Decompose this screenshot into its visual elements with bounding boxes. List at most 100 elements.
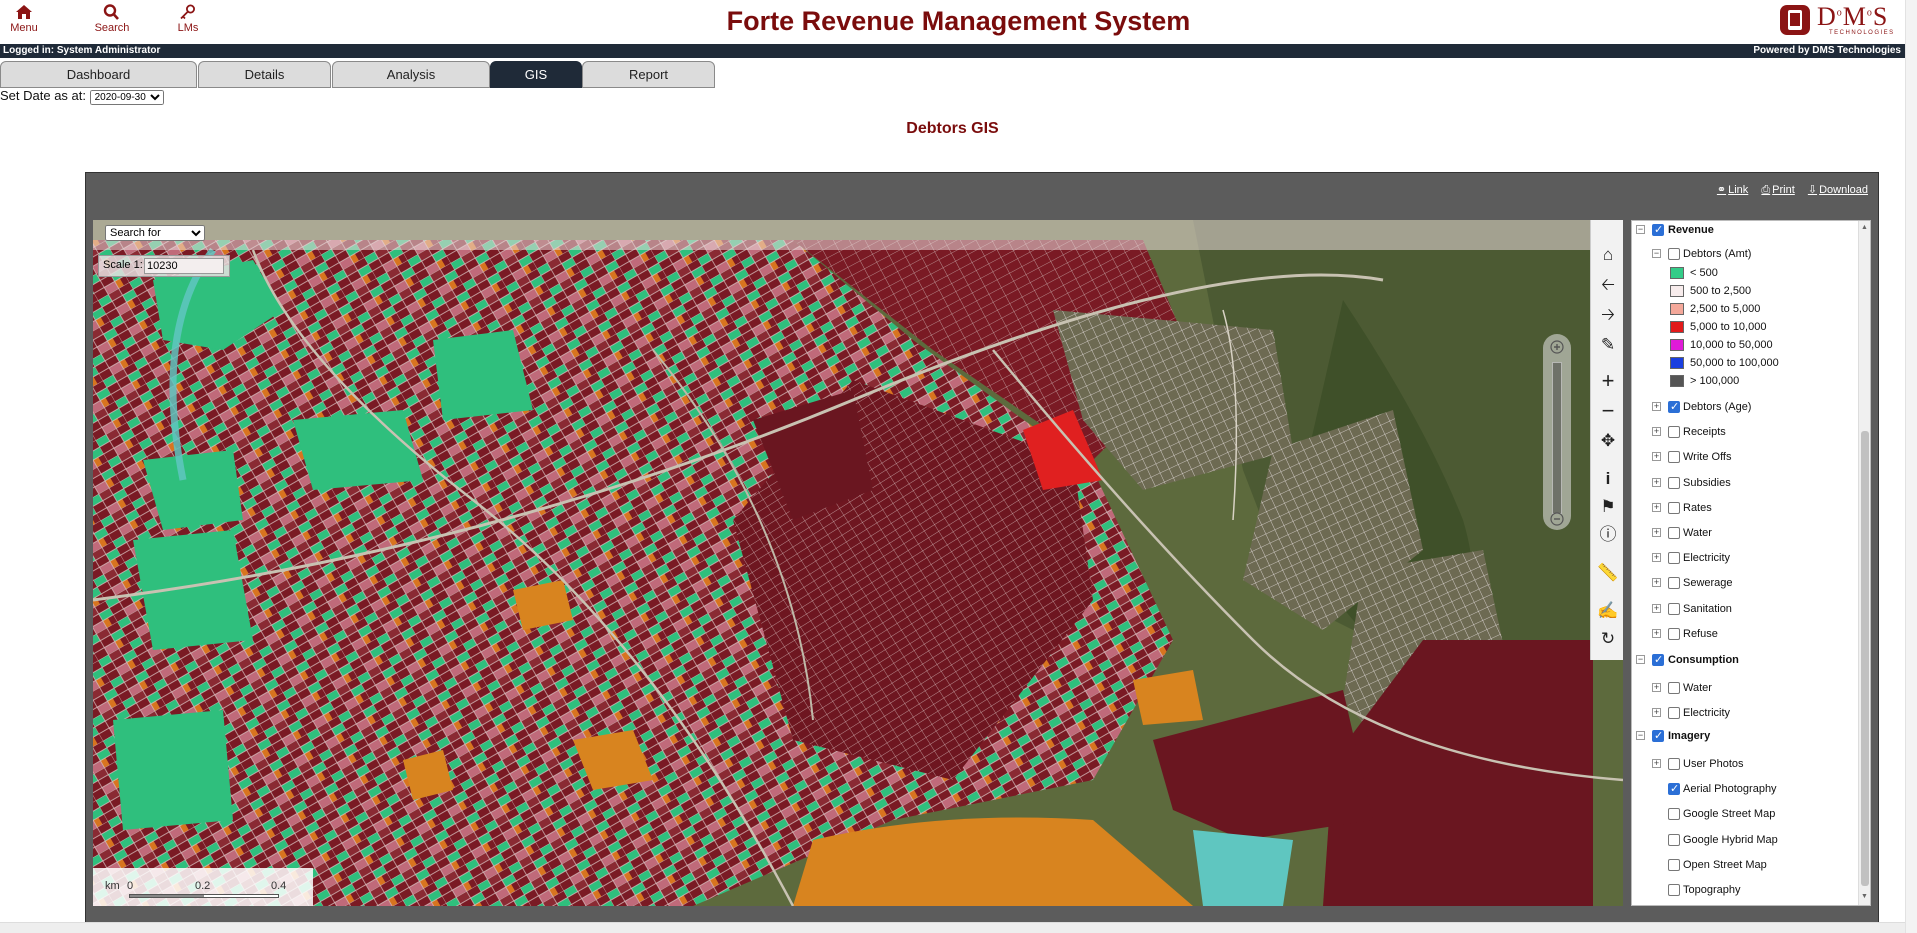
- zoom-in-small-icon[interactable]: [1550, 340, 1564, 354]
- collapse-icon[interactable]: −: [1652, 249, 1661, 258]
- tooltip-icon[interactable]: ⓘ: [1597, 524, 1619, 546]
- legend-label: < 500: [1690, 267, 1718, 279]
- zoom-out-icon[interactable]: −: [1597, 400, 1619, 422]
- layer-checkbox[interactable]: [1668, 707, 1680, 719]
- expand-icon[interactable]: +: [1652, 759, 1661, 768]
- tab-details[interactable]: Details: [198, 61, 331, 88]
- layer-label: Receipts: [1683, 426, 1726, 439]
- layer-checkbox[interactable]: [1668, 552, 1680, 565]
- layer-label: Sewerage: [1683, 577, 1733, 590]
- layer-checkbox[interactable]: [1668, 682, 1680, 694]
- back-arrow-icon[interactable]: 🡠: [1597, 274, 1619, 296]
- layer-checkbox[interactable]: [1668, 426, 1680, 439]
- fill-icon[interactable]: ✍: [1597, 600, 1619, 622]
- legend-swatch: [1670, 267, 1684, 279]
- layer-checkbox[interactable]: [1668, 758, 1680, 770]
- identify-icon[interactable]: ⚑: [1597, 496, 1619, 518]
- layer-checkbox[interactable]: [1668, 577, 1680, 590]
- consumption-checkbox[interactable]: [1652, 651, 1664, 669]
- layer-label: User Photos: [1683, 758, 1744, 770]
- zoom-in-icon[interactable]: +: [1597, 370, 1619, 392]
- layers-scrollbar[interactable]: ▲ ▼: [1858, 221, 1870, 905]
- expand-icon[interactable]: +: [1652, 553, 1661, 563]
- tab-report[interactable]: Report: [582, 61, 715, 88]
- tab-dashboard[interactable]: Dashboard: [0, 61, 197, 88]
- expand-icon[interactable]: +: [1652, 477, 1661, 487]
- layer-checkbox[interactable]: [1668, 476, 1680, 489]
- download-button[interactable]: ⇩ Download: [1808, 184, 1868, 196]
- layer-label: Write Offs: [1683, 451, 1732, 464]
- layer-label: Google Hybrid Map: [1683, 833, 1778, 846]
- layer-checkbox[interactable]: [1668, 858, 1680, 871]
- layer-checkbox[interactable]: [1668, 398, 1680, 416]
- tab-analysis[interactable]: Analysis: [332, 61, 490, 88]
- zoom-box-icon[interactable]: ✎: [1597, 334, 1619, 356]
- pan-icon[interactable]: ✥: [1597, 430, 1619, 452]
- layer-label: Sanitation: [1683, 602, 1732, 615]
- expand-icon[interactable]: +: [1652, 427, 1661, 437]
- layer-label: Open Street Map: [1683, 858, 1767, 871]
- scale-box: Scale 1:: [98, 255, 230, 277]
- powered-by-text: Powered by DMS Technologies: [1753, 45, 1901, 56]
- collapse-icon[interactable]: −: [1636, 655, 1645, 664]
- layer-checkbox[interactable]: [1668, 627, 1680, 640]
- top-header: Menu Search LMs Forte Revenue Management…: [0, 0, 1917, 44]
- page-title: Debtors GIS: [906, 120, 999, 137]
- zoom-out-small-icon[interactable]: [1550, 512, 1564, 526]
- collapse-icon[interactable]: −: [1636, 731, 1645, 740]
- date-label: Set Date as at:: [0, 88, 86, 103]
- imagery-checkbox[interactable]: [1652, 727, 1664, 745]
- expand-icon[interactable]: +: [1652, 578, 1661, 588]
- legend-swatch: [1670, 285, 1684, 297]
- logged-in-text: Logged in: System Administrator: [3, 45, 161, 56]
- zoom-slider[interactable]: [1543, 334, 1571, 530]
- debtors-amt-checkbox[interactable]: [1668, 248, 1680, 260]
- legend-swatch: [1670, 321, 1684, 333]
- layer-label: Aerial Photography: [1683, 783, 1777, 796]
- scale-label: Scale 1:: [103, 259, 143, 271]
- home-icon[interactable]: ⌂: [1597, 244, 1619, 266]
- expand-icon[interactable]: +: [1652, 708, 1661, 717]
- search-for-select[interactable]: Search for: [105, 225, 205, 241]
- info-icon[interactable]: i: [1597, 468, 1619, 490]
- layer-label: Water: [1683, 527, 1712, 539]
- forward-arrow-icon[interactable]: 🡢: [1597, 304, 1619, 326]
- link-button[interactable]: ⚭ Link: [1717, 184, 1748, 196]
- refresh-icon[interactable]: ↻: [1597, 628, 1619, 650]
- legend-swatch: [1670, 303, 1684, 315]
- layer-label: Electricity: [1683, 552, 1731, 565]
- search-strip: Search for: [93, 220, 1590, 250]
- expand-icon[interactable]: +: [1652, 452, 1661, 462]
- layer-checkbox[interactable]: [1668, 780, 1680, 798]
- layer-checkbox[interactable]: [1668, 501, 1680, 514]
- layer-checkbox[interactable]: [1668, 451, 1680, 464]
- dms-logo: DoMoS TECHNOLOGIES: [1777, 2, 1905, 40]
- map-canvas[interactable]: Search for Scale 1: km 0 0.2 0.4 ⌂ 🡠 🡢 ✎…: [93, 220, 1623, 906]
- tab-gis[interactable]: GIS: [490, 61, 582, 88]
- page-horizontal-scrollbar[interactable]: [0, 922, 1905, 933]
- date-select[interactable]: 2020-09-30: [89, 90, 164, 105]
- print-button[interactable]: ⎙ Print: [1761, 184, 1794, 196]
- link-icon: ⚭: [1716, 184, 1727, 196]
- layer-checkbox[interactable]: [1668, 602, 1680, 615]
- expand-icon[interactable]: +: [1652, 628, 1661, 638]
- measure-icon[interactable]: 📏: [1597, 562, 1619, 584]
- date-bar: Set Date as at: 2020-09-30: [0, 88, 164, 105]
- layer-checkbox[interactable]: [1668, 833, 1680, 846]
- collapse-icon[interactable]: −: [1636, 225, 1645, 234]
- revenue-checkbox[interactable]: [1652, 221, 1664, 239]
- layer-checkbox[interactable]: [1668, 884, 1680, 896]
- expand-icon[interactable]: +: [1652, 683, 1661, 692]
- scale-input[interactable]: [144, 258, 224, 274]
- expand-icon[interactable]: +: [1652, 603, 1661, 613]
- frame-links: ⚭ Link ⎙ Print ⇩ Download: [1707, 183, 1868, 197]
- zoom-track[interactable]: [1552, 362, 1562, 514]
- expand-icon[interactable]: +: [1652, 528, 1661, 537]
- layer-checkbox[interactable]: [1668, 808, 1680, 821]
- layer-checkbox[interactable]: [1668, 527, 1680, 539]
- legend-label: 10,000 to 50,000: [1690, 339, 1773, 351]
- layer-label: Refuse: [1683, 627, 1718, 640]
- expand-icon[interactable]: +: [1652, 402, 1661, 411]
- page-vertical-scrollbar[interactable]: [1905, 0, 1917, 933]
- expand-icon[interactable]: +: [1652, 502, 1661, 512]
